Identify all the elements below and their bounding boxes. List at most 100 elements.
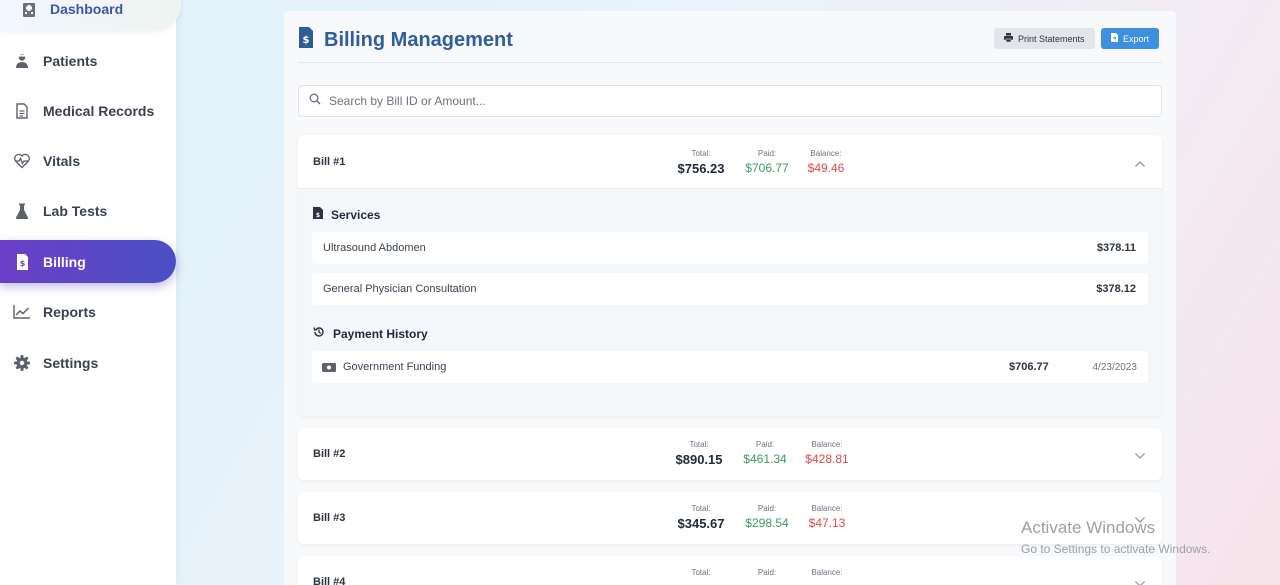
service-price: $378.11 <box>1096 242 1136 254</box>
search-input[interactable] <box>329 94 1029 108</box>
total-label: Total: <box>691 568 711 577</box>
print-icon <box>1004 33 1013 44</box>
sidebar-item-lab-tests[interactable]: Lab Tests <box>0 189 176 232</box>
svg-text:$: $ <box>19 259 25 268</box>
bill-name: Bill #4 <box>313 576 346 585</box>
total-label: Total: <box>691 149 711 158</box>
hospital-icon <box>20 0 38 18</box>
chart-line-icon <box>13 303 31 321</box>
payment-row: Government Funding $706.77 4/23/2023 <box>312 351 1148 383</box>
balance-value: $47.13 <box>808 516 846 530</box>
bill-balance: Balance: $428.81 <box>802 440 852 466</box>
sidebar-item-label: Reports <box>43 303 96 320</box>
paid-label: Paid: <box>757 149 777 158</box>
watermark-line1: Activate Windows <box>1021 518 1156 537</box>
service-row: Ultrasound Abdomen $378.11 <box>312 232 1148 264</box>
payment-history-heading: Payment History <box>313 326 428 341</box>
sidebar-item-patients[interactable]: Patients <box>0 39 176 82</box>
chevron-down-icon[interactable] <box>1134 447 1146 465</box>
sidebar-item-label: Patients <box>43 52 98 69</box>
history-icon <box>313 326 325 341</box>
chevron-up-icon[interactable] <box>1134 155 1146 173</box>
bill-balance: Balance: <box>804 568 850 577</box>
balance-label: Balance: <box>810 149 842 158</box>
bill-card: Bill #1 Total: $756.23 Paid: $706.77 Bal… <box>298 135 1162 416</box>
sidebar-item-vitals[interactable]: Vitals <box>0 139 176 182</box>
user-doctor-icon <box>13 52 31 70</box>
billing-panel: $ Billing Management Print Statements Ex… <box>284 11 1176 585</box>
bill-total: Total: $890.15 <box>672 440 726 467</box>
export-label: Export <box>1123 33 1150 44</box>
paid-label: Paid: <box>757 504 777 513</box>
bill-paid: Paid: <box>744 568 790 577</box>
bill-card: Bill #4 Total: Paid: Balance: <box>298 556 1162 585</box>
sidebar-item-billing[interactable]: $ Billing <box>0 240 176 283</box>
bill-total: Total: <box>674 568 728 577</box>
paid-value: $706.77 <box>745 161 789 175</box>
svg-text:$: $ <box>303 35 310 46</box>
sidebar-item-label: Billing <box>43 253 86 270</box>
bill-total: Total: $756.23 <box>674 149 728 176</box>
file-invoice-dollar-icon: $ <box>13 253 31 271</box>
bill-header[interactable]: Bill #1 Total: $756.23 Paid: $706.77 Bal… <box>298 135 1162 188</box>
search-icon <box>309 92 321 110</box>
bill-total: Total: $345.67 <box>674 504 728 531</box>
watermark-line2: Go to Settings to activate Windows. <box>1021 542 1211 556</box>
balance-value: $428.81 <box>805 452 849 466</box>
service-name: General Physician Consultation <box>323 283 477 295</box>
paid-value: $461.34 <box>743 452 787 466</box>
services-heading: $ Services <box>313 207 380 222</box>
sidebar-item-dashboard[interactable]: Dashboard <box>0 0 181 30</box>
bill-name: Bill #2 <box>313 448 346 460</box>
money-bill-icon <box>322 362 336 372</box>
service-row: General Physician Consultation $378.12 <box>312 273 1148 305</box>
sidebar-item-label: Medical Records <box>43 102 155 119</box>
page-header: $ Billing Management Print Statements Ex… <box>298 25 1162 63</box>
service-price: $378.12 <box>1096 283 1136 295</box>
file-invoice-icon: $ <box>313 207 323 222</box>
file-lines-icon <box>13 102 31 120</box>
total-label: Total: <box>691 504 711 513</box>
svg-text:$: $ <box>316 212 320 219</box>
bill-details: $ Services Ultrasound Abdomen $378.11 Ge… <box>298 188 1162 416</box>
payment-method: Government Funding <box>343 361 447 373</box>
sidebar-item-medical-records[interactable]: Medical Records <box>0 89 176 132</box>
balance-label: Balance: <box>811 568 843 577</box>
export-button[interactable]: Export <box>1101 28 1160 49</box>
search-box <box>298 85 1162 117</box>
sidebar-item-label: Dashboard <box>50 1 124 17</box>
payment-history-text: Payment History <box>333 326 428 341</box>
sidebar-item-label: Settings <box>43 354 99 371</box>
file-export-icon <box>1111 33 1118 44</box>
heart-pulse-icon <box>13 152 31 170</box>
flask-icon <box>13 202 31 220</box>
total-label: Total: <box>689 440 709 449</box>
bill-name: Bill #1 <box>313 156 346 168</box>
bill-paid: Paid: $461.34 <box>742 440 788 466</box>
bill-paid: Paid: $706.77 <box>744 149 790 175</box>
paid-label: Paid: <box>755 440 775 449</box>
page-title: $ Billing Management <box>298 27 513 54</box>
bill-balance: Balance: $49.46 <box>804 149 848 175</box>
page-title-text: Billing Management <box>324 29 513 51</box>
sidebar-item-reports[interactable]: Reports <box>0 290 176 333</box>
sidebar-item-label: Lab Tests <box>43 202 108 219</box>
balance-label: Balance: <box>811 440 843 449</box>
payment-amount: $706.77 <box>1009 361 1049 373</box>
bill-name: Bill #3 <box>313 512 346 524</box>
balance-value: $49.46 <box>807 161 845 175</box>
services-heading-text: Services <box>331 207 381 222</box>
bill-paid: Paid: $298.54 <box>744 504 790 530</box>
total-value: $756.23 <box>677 161 725 176</box>
windows-activation-watermark: Activate Windows Go to Settings to activ… <box>1021 518 1210 556</box>
print-statements-button[interactable]: Print Statements <box>994 28 1095 49</box>
total-value: $345.67 <box>677 516 725 531</box>
bill-header[interactable]: Bill #2 Total: $890.15 Paid: $461.34 Bal… <box>298 428 1162 481</box>
print-statements-label: Print Statements <box>1018 33 1085 44</box>
bill-card: Bill #2 Total: $890.15 Paid: $461.34 Bal… <box>298 428 1162 480</box>
chevron-down-icon[interactable] <box>1134 575 1146 585</box>
gear-icon <box>13 354 31 372</box>
sidebar-item-settings[interactable]: Settings <box>0 341 176 384</box>
paid-label: Paid: <box>757 568 777 577</box>
bill-header[interactable]: Bill #4 Total: Paid: Balance: <box>298 556 1162 585</box>
